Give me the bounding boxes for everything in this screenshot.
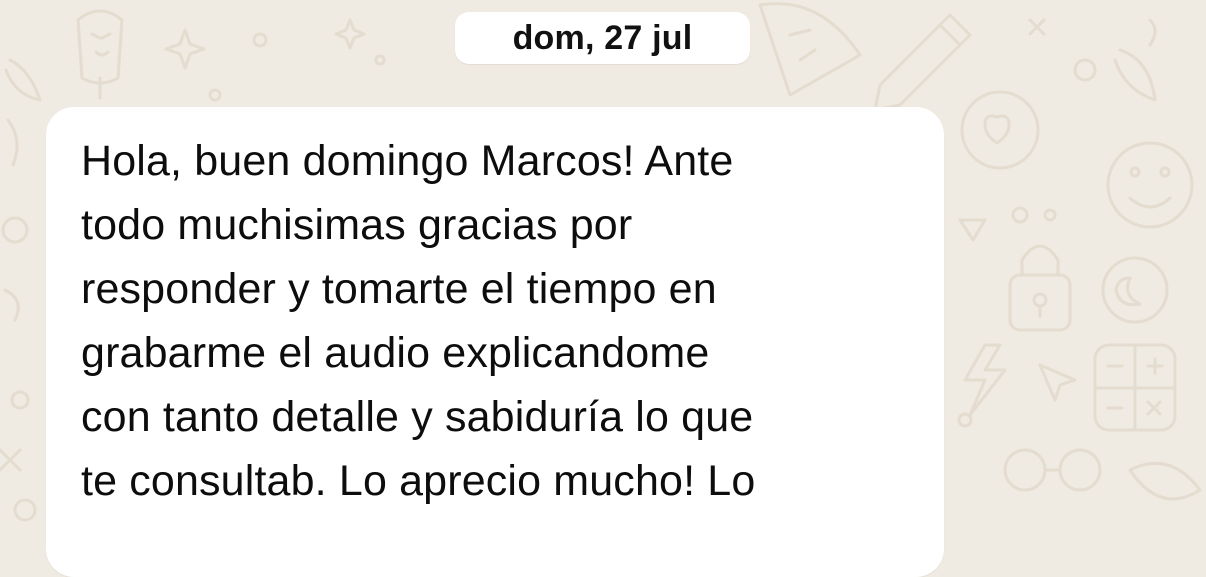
glasses-icon bbox=[957, 412, 1202, 501]
message-text: Hola, buen domingo Marcos! Ante todo muc… bbox=[81, 137, 756, 505]
date-separator: dom, 27 jul bbox=[455, 12, 750, 64]
cursor-icon bbox=[1038, 363, 1077, 402]
lightning-icon bbox=[963, 343, 1007, 417]
moon-icon bbox=[1101, 256, 1169, 324]
chili-icon bbox=[1028, 18, 1157, 102]
pie-icon bbox=[758, 2, 862, 97]
lock-icon bbox=[1008, 244, 1072, 332]
ice-cream-icon bbox=[76, 9, 124, 100]
sparkle-icon bbox=[164, 18, 386, 102]
date-separator-label: dom, 27 jul bbox=[512, 18, 693, 57]
calculator-icon bbox=[1093, 343, 1177, 432]
heart-icon bbox=[960, 90, 1040, 170]
incoming-message-bubble[interactable]: Hola, buen domingo Marcos! Ante todo muc… bbox=[46, 107, 944, 577]
pencil-icon bbox=[873, 13, 972, 112]
chili-icon bbox=[4, 58, 42, 167]
smiley-icon bbox=[1106, 141, 1194, 229]
